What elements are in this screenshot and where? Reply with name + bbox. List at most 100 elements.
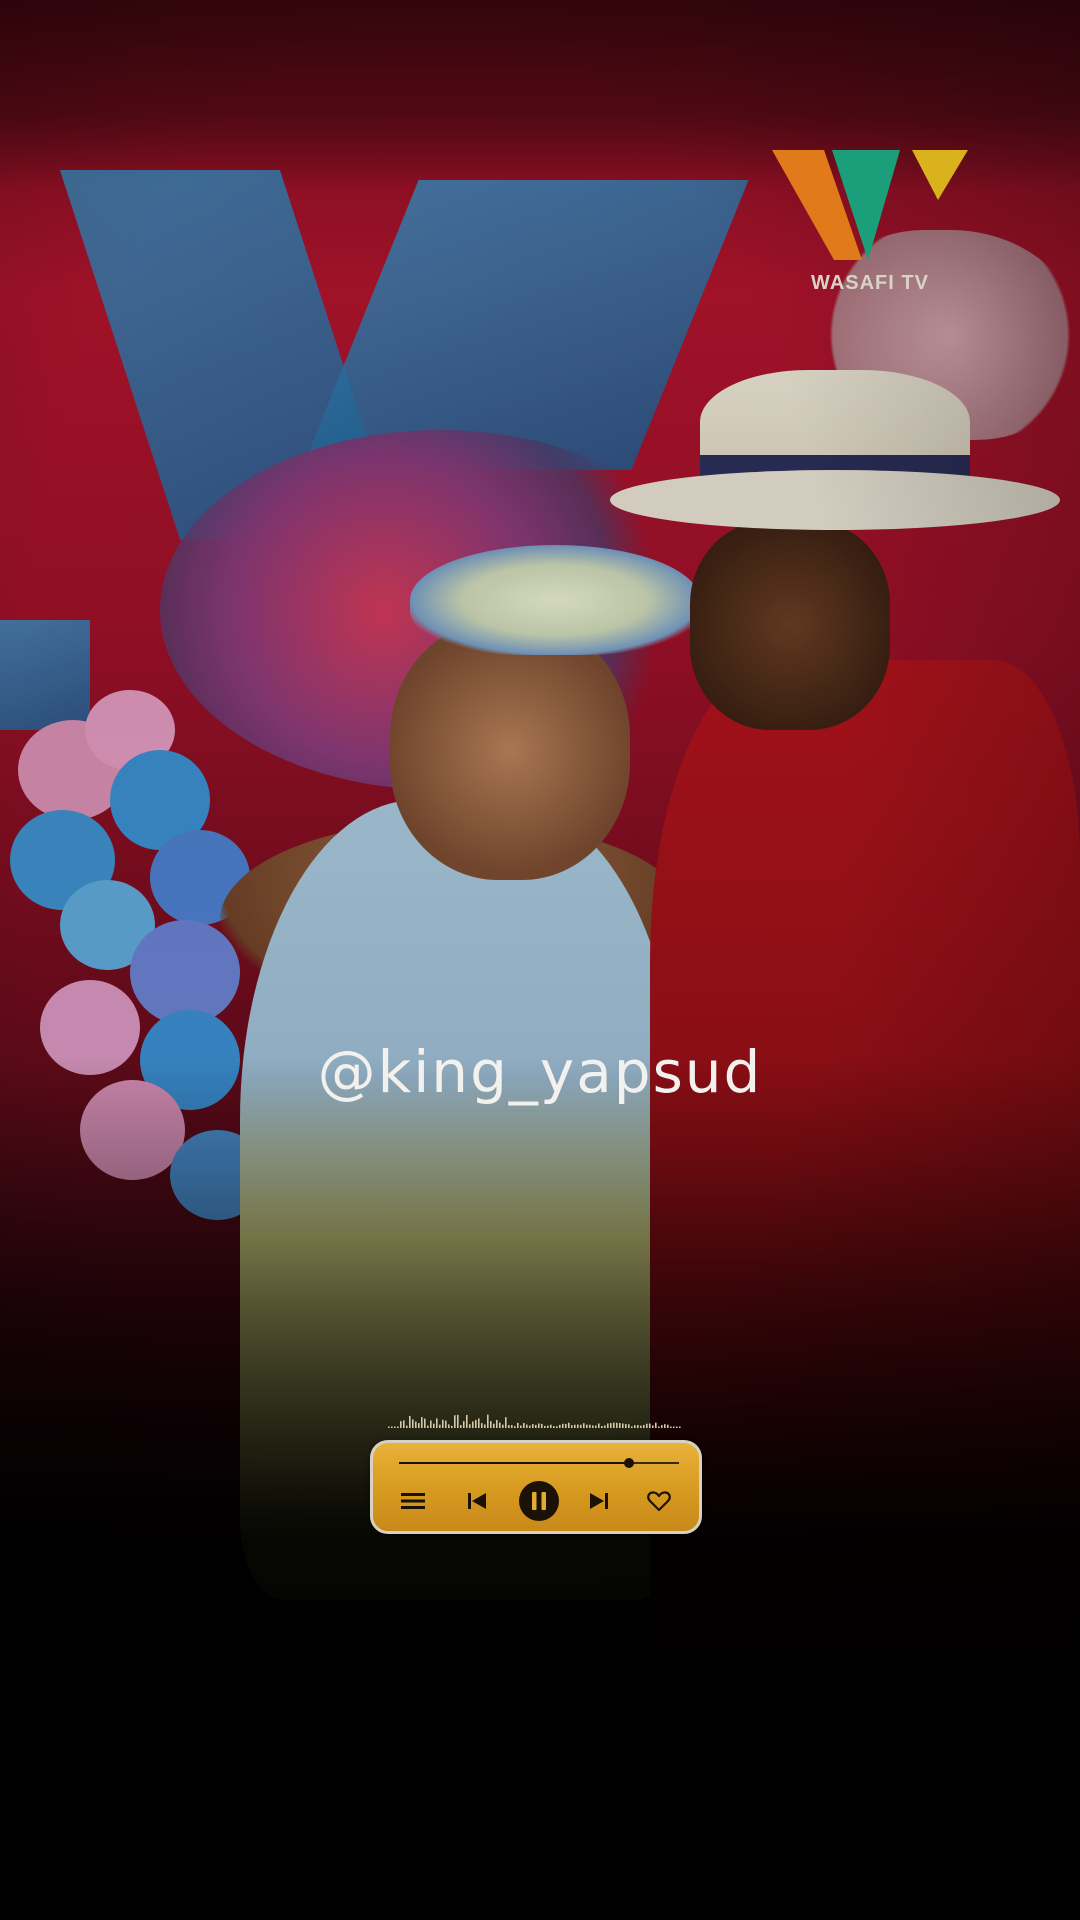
waveform-bar [472, 1421, 474, 1428]
waveform-bar [484, 1424, 486, 1428]
waveform-bar [664, 1424, 666, 1428]
pause-icon [519, 1481, 559, 1521]
waveform-bar [415, 1421, 417, 1428]
wasafi-tv-logo: WASAFI TV [772, 148, 968, 298]
waveform-bar [598, 1423, 600, 1428]
waveform-bar [436, 1418, 438, 1428]
waveform-bar [553, 1426, 555, 1428]
waveform-bar [673, 1426, 675, 1428]
waveform-bar [562, 1423, 564, 1428]
waveform-bar [502, 1424, 504, 1428]
waveform-bar [397, 1426, 399, 1428]
waveform-bar [460, 1425, 462, 1428]
waveform-bar [394, 1426, 396, 1428]
waveform-bar [589, 1424, 591, 1428]
waveform-bar [388, 1426, 390, 1428]
waveform-bar [421, 1417, 423, 1428]
waveform-bar [511, 1425, 513, 1428]
waveform-bar [535, 1424, 537, 1428]
waveform-bar [454, 1415, 456, 1428]
waveform-bar [622, 1423, 624, 1428]
waveform-bar [514, 1426, 516, 1428]
logo-yellow-stroke [912, 150, 968, 200]
waveform-bar [493, 1423, 495, 1428]
music-player [370, 1440, 702, 1534]
waveform-bar [565, 1423, 567, 1428]
waveform-bar [469, 1424, 471, 1428]
waveform-bar [541, 1423, 543, 1428]
waveform-bar [601, 1425, 603, 1428]
waveform-bar [619, 1423, 621, 1428]
waveform-bar [544, 1425, 546, 1428]
waveform-bar [475, 1419, 477, 1428]
progress-track[interactable] [399, 1458, 679, 1468]
waveform-bar [457, 1414, 459, 1428]
waveform-bar [616, 1422, 618, 1428]
waveform-bar [637, 1425, 639, 1428]
waveform-bar [478, 1418, 480, 1428]
waveform-bar [631, 1426, 633, 1428]
waveform-bar [451, 1425, 453, 1428]
waveform-bar [481, 1423, 483, 1428]
waveform-bar [430, 1420, 432, 1428]
waveform-bar [610, 1423, 612, 1428]
waveform-bar [580, 1424, 582, 1428]
waveform-bar [445, 1420, 447, 1428]
waveform-bar [487, 1414, 489, 1428]
waveform-bar [448, 1424, 450, 1428]
wasafi-logo-icon [772, 150, 968, 260]
waveform-bar [628, 1424, 630, 1428]
waveform-bar [439, 1424, 441, 1428]
waveform-bar [604, 1425, 606, 1428]
waveform-bar [679, 1426, 681, 1428]
waveform-bar [496, 1419, 498, 1428]
menu-button[interactable] [395, 1483, 431, 1519]
waveform-bar [532, 1424, 534, 1428]
waveform-bar [649, 1423, 651, 1428]
waveform-bar [658, 1426, 660, 1428]
waveform-bar [571, 1425, 573, 1428]
waveform-bar [607, 1423, 609, 1428]
waveform-bar [559, 1424, 561, 1428]
waveform-bar [538, 1423, 540, 1428]
waveform-bar [433, 1423, 435, 1428]
waveform-bar [526, 1424, 528, 1428]
waveform-bar [412, 1419, 414, 1428]
waveform-bar [634, 1425, 636, 1428]
menu-icon [401, 1493, 425, 1509]
waveform-bar [556, 1426, 558, 1428]
favorite-button[interactable] [641, 1483, 677, 1519]
waveform-bar [592, 1425, 594, 1428]
waveform-bar [400, 1421, 402, 1428]
waveform-bar [418, 1423, 420, 1428]
waveform-bar [568, 1422, 570, 1428]
waveform-bar [625, 1423, 627, 1428]
skip-next-icon [590, 1493, 608, 1509]
waveform-bar [643, 1424, 645, 1428]
logo-text: WASAFI TV [811, 272, 929, 294]
progress-thumb[interactable] [623, 1458, 634, 1468]
waveform-bar [490, 1421, 492, 1428]
waveform-bar [505, 1417, 507, 1428]
waveform-bar [529, 1425, 531, 1428]
progress-fill [399, 1462, 629, 1464]
waveform-bar [508, 1425, 510, 1428]
waveform-bar [667, 1424, 669, 1428]
waveform-bar [403, 1420, 405, 1428]
waveform-bar [466, 1415, 468, 1428]
waveform-bar [517, 1422, 519, 1428]
waveform-bar [427, 1425, 429, 1428]
waveform-bar [523, 1422, 525, 1428]
waveform-bar [577, 1424, 579, 1428]
username-watermark: @king_yapsud [317, 1038, 763, 1106]
waveform-bar [424, 1418, 426, 1428]
waveform-bar [550, 1424, 552, 1428]
next-button[interactable] [581, 1483, 617, 1519]
waveform-bar [406, 1425, 408, 1428]
waveform-bar [499, 1422, 501, 1428]
play-pause-button[interactable] [517, 1481, 561, 1521]
waveform-bar [574, 1424, 576, 1428]
previous-button[interactable] [459, 1483, 495, 1519]
skip-previous-icon [468, 1493, 486, 1509]
waveform-bar [583, 1423, 585, 1428]
